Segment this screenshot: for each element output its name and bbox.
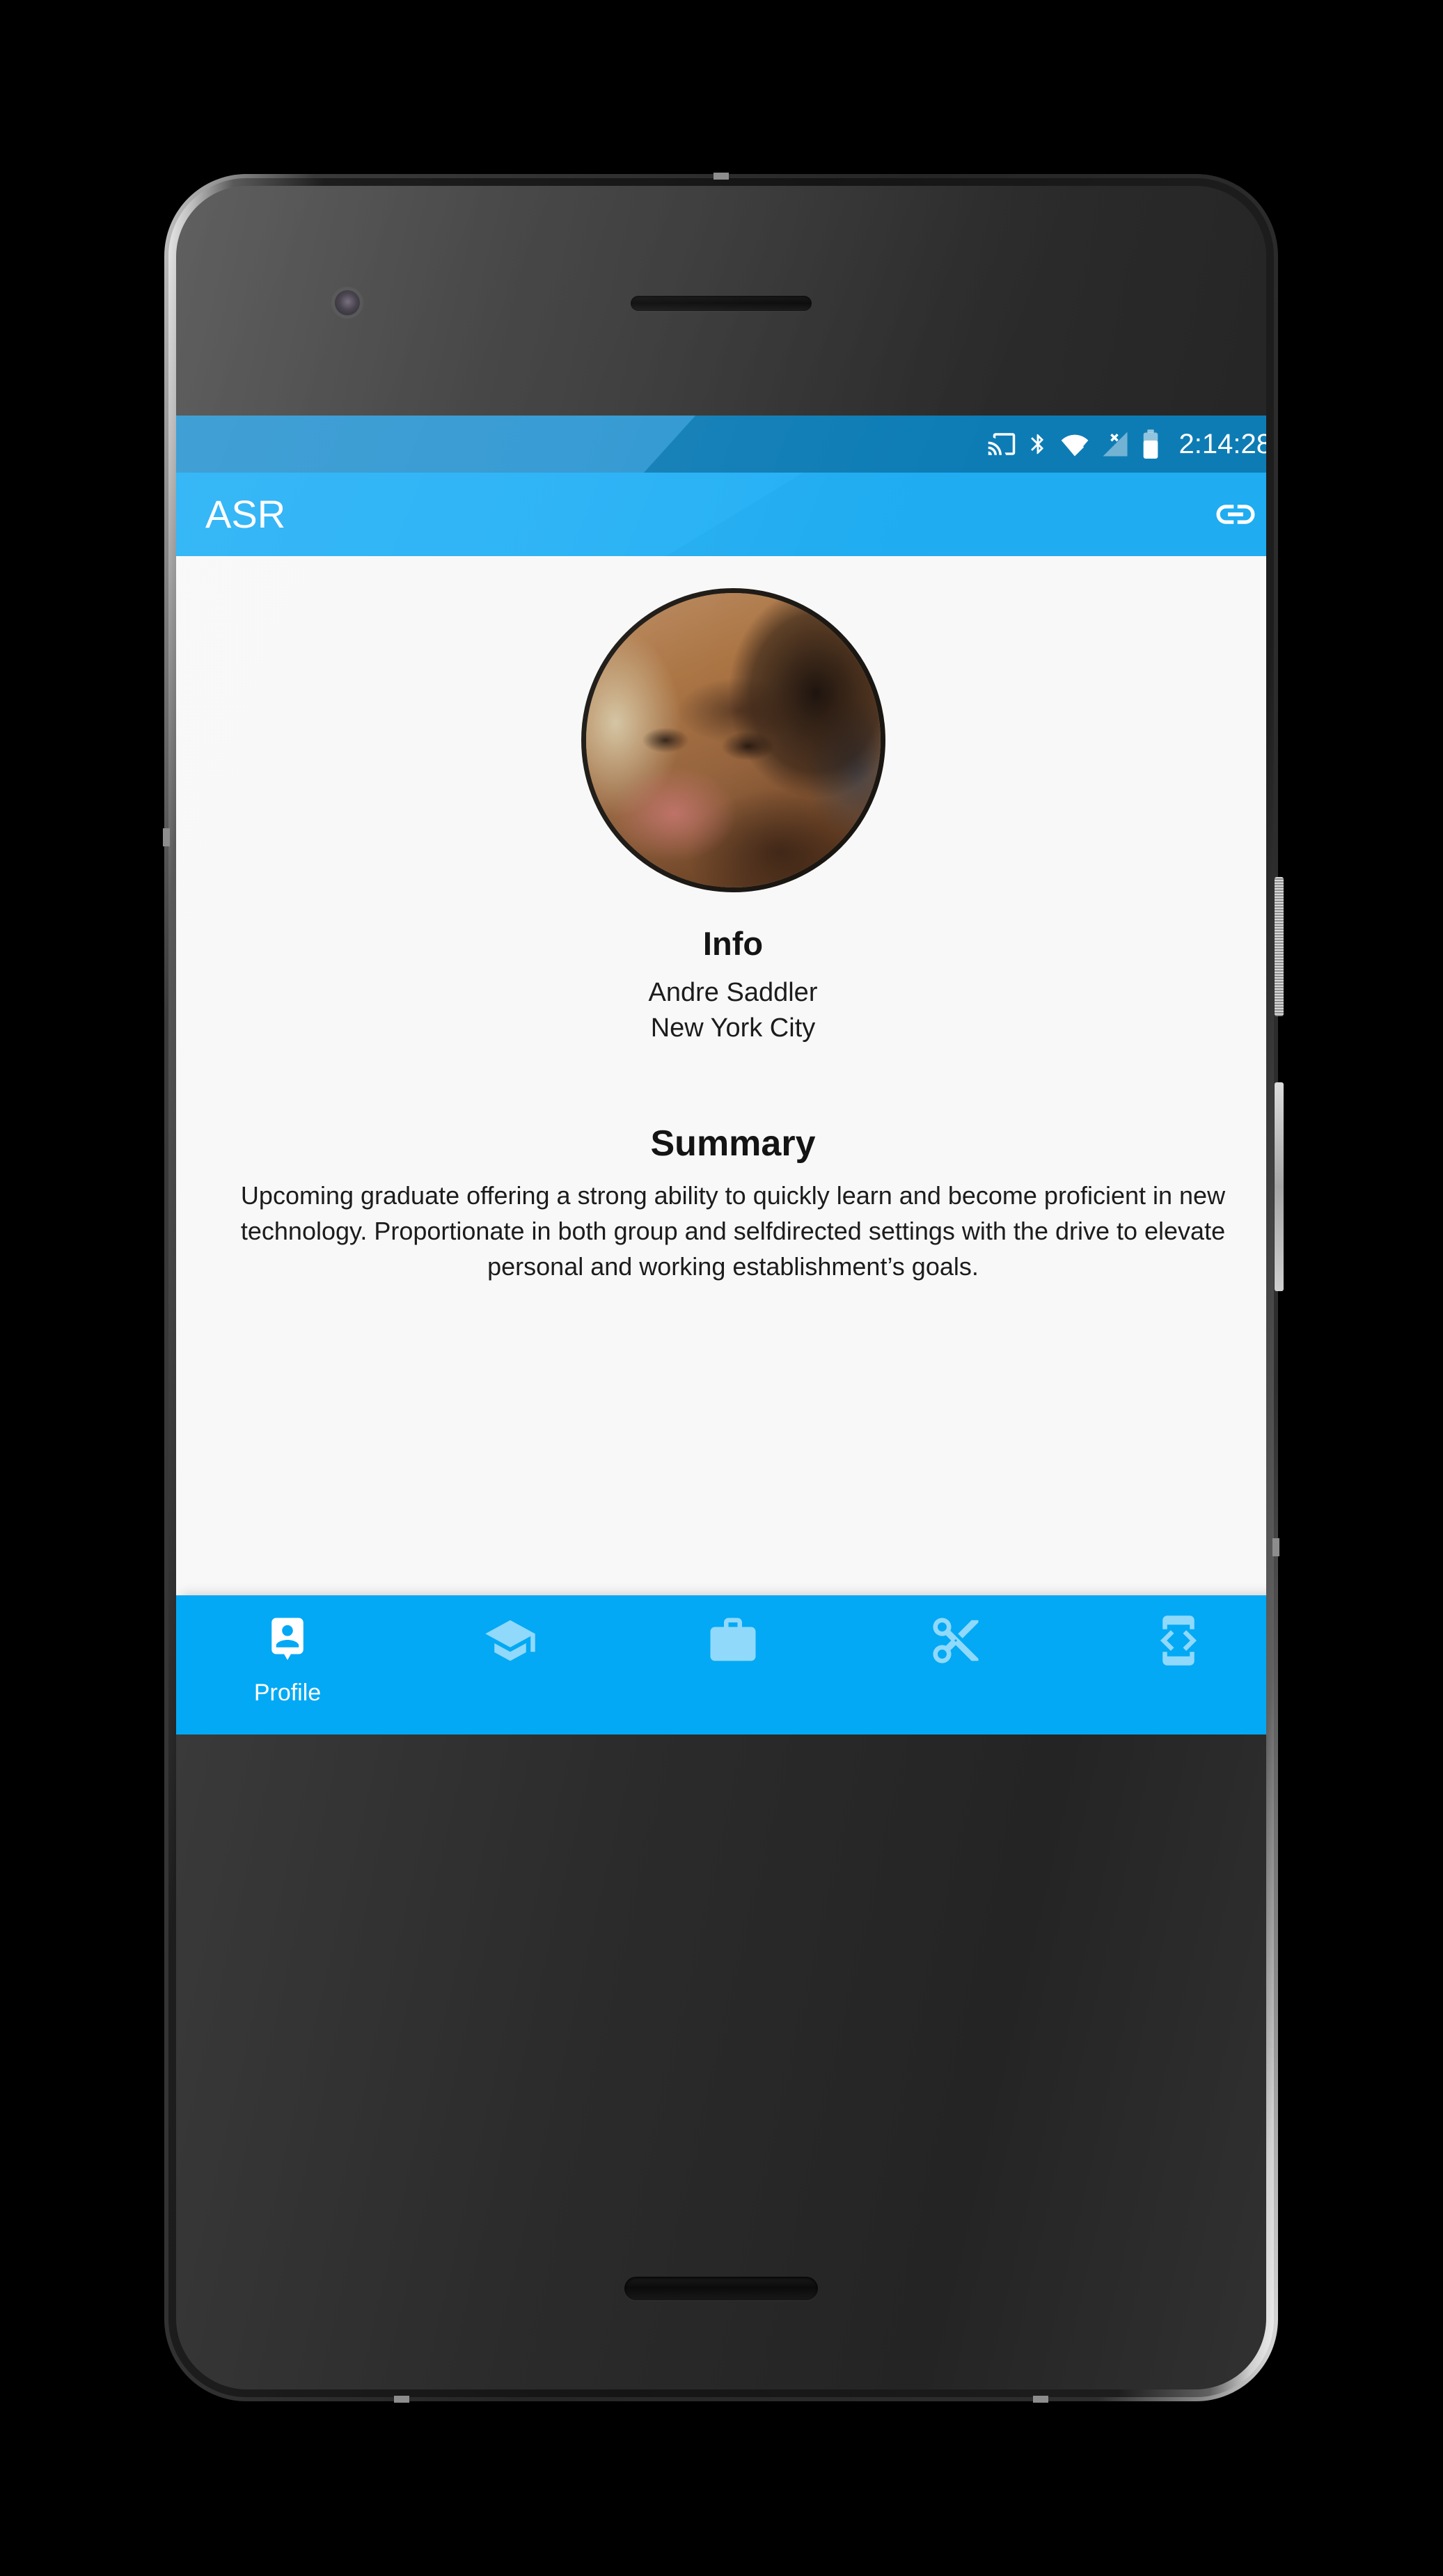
info-name: Andre Saddler [648,977,818,1007]
profile-content: Info Andre Saddler New York City Summary… [176,556,1266,1595]
info-location: New York City [650,1013,816,1043]
wifi-icon [1059,429,1090,459]
briefcase-icon [706,1613,760,1671]
nav-item-education[interactable] [399,1595,622,1735]
antenna-band-bottom-right [1033,2396,1048,2403]
app-bar: ASR [176,473,1266,556]
nav-item-profile[interactable]: Profile [176,1595,399,1735]
summary-heading: Summary [650,1123,816,1164]
nav-item-work[interactable] [622,1595,844,1735]
bottom-navigation-bar: Profile [176,1595,1266,1735]
status-bar-icons: 2:14:28 [987,429,1266,459]
cast-icon [987,429,1016,459]
app-bar-tint [666,473,1266,556]
profile-avatar-photo [585,593,881,887]
scissors-icon [929,1613,983,1671]
status-bar-clock: 2:14:28 [1178,429,1266,459]
summary-body: Upcoming graduate offering a strong abil… [240,1180,1226,1281]
battery-icon [1140,429,1161,459]
phone-screen: 2:14:28 ASR Info Andre Saddler New York … [176,416,1266,1735]
nav-item-developer[interactable] [1067,1595,1266,1735]
app-title: ASR [205,492,286,536]
bluetooth-icon [1026,429,1050,459]
power-button[interactable] [1275,877,1284,1016]
info-heading: Info [702,925,764,962]
phone-device-frame: 2:14:28 ASR Info Andre Saddler New York … [163,173,1284,2403]
bottom-speaker [624,2277,818,2300]
antenna-band-right [1272,1538,1279,1556]
nav-item-profile-label: Profile [253,1680,322,1706]
developer-mode-icon [1151,1613,1206,1671]
earpiece-speaker [631,296,812,311]
cellular-signal-off-icon [1100,429,1130,459]
antenna-band-left [163,828,170,846]
front-camera [335,290,360,315]
profile-avatar [581,588,885,892]
link-icon[interactable] [1209,488,1262,541]
account-box-icon [260,1613,315,1671]
antenna-band-bottom-left [394,2396,409,2403]
status-bar: 2:14:28 [176,416,1266,473]
graduation-cap-icon [483,1613,537,1671]
antenna-band-top [713,173,729,180]
volume-rocker-button[interactable] [1275,1082,1284,1291]
device-body: 2:14:28 ASR Info Andre Saddler New York … [176,186,1266,2389]
nav-item-skills[interactable] [844,1595,1067,1735]
